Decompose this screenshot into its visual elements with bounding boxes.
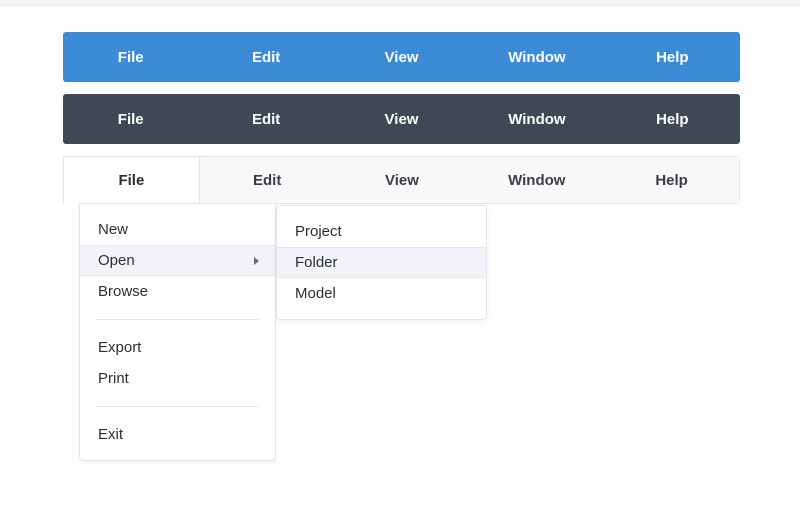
file-dropdown-new[interactable]: New — [80, 214, 275, 245]
file-dropdown-print-label: Print — [98, 370, 129, 387]
dropdown-separator — [96, 406, 259, 407]
menubar-primary-view[interactable]: View — [334, 32, 469, 82]
menubar-light-help[interactable]: Help — [604, 157, 739, 203]
chevron-right-icon — [254, 257, 259, 265]
file-dropdown-browse[interactable]: Browse — [80, 276, 275, 307]
menubar-light-edit[interactable]: Edit — [200, 157, 335, 203]
open-submenu-project[interactable]: Project — [277, 216, 486, 247]
menubar-dark-window[interactable]: Window — [469, 94, 604, 144]
file-dropdown-new-label: New — [98, 221, 128, 238]
menubar-dark-view[interactable]: View — [334, 94, 469, 144]
open-submenu-model[interactable]: Model — [277, 278, 486, 309]
open-submenu-folder[interactable]: Folder — [277, 247, 486, 278]
menubar-light-window[interactable]: Window — [469, 157, 604, 203]
open-submenu: Project Folder Model — [276, 205, 487, 320]
menubar-light-view[interactable]: View — [335, 157, 470, 203]
menubar-primary-file[interactable]: File — [63, 32, 198, 82]
file-dropdown-print[interactable]: Print — [80, 363, 275, 394]
menubar-primary-help[interactable]: Help — [605, 32, 740, 82]
menubar-light-file[interactable]: File — [63, 156, 200, 204]
menubar-primary-window[interactable]: Window — [469, 32, 604, 82]
menubar-light: File Edit View Window Help New Open Brow… — [63, 156, 740, 204]
menubar-dark: File Edit View Window Help — [63, 94, 740, 144]
file-dropdown-export-label: Export — [98, 339, 141, 356]
menubar-dark-help[interactable]: Help — [605, 94, 740, 144]
file-dropdown-exit-label: Exit — [98, 426, 123, 443]
file-dropdown-open[interactable]: Open — [80, 245, 275, 276]
menubar-dark-edit[interactable]: Edit — [198, 94, 333, 144]
demo-container: File Edit View Window Help File Edit Vie… — [0, 6, 800, 204]
file-dropdown-browse-label: Browse — [98, 283, 148, 300]
dropdown-separator — [96, 319, 259, 320]
menubar-primary-edit[interactable]: Edit — [198, 32, 333, 82]
menubar-primary: File Edit View Window Help — [63, 32, 740, 82]
file-dropdown-open-label: Open — [98, 252, 135, 269]
menubar-dark-file[interactable]: File — [63, 94, 198, 144]
file-dropdown: New Open Browse Export Print Exit — [79, 203, 276, 461]
file-dropdown-exit[interactable]: Exit — [80, 419, 275, 450]
file-dropdown-export[interactable]: Export — [80, 332, 275, 363]
